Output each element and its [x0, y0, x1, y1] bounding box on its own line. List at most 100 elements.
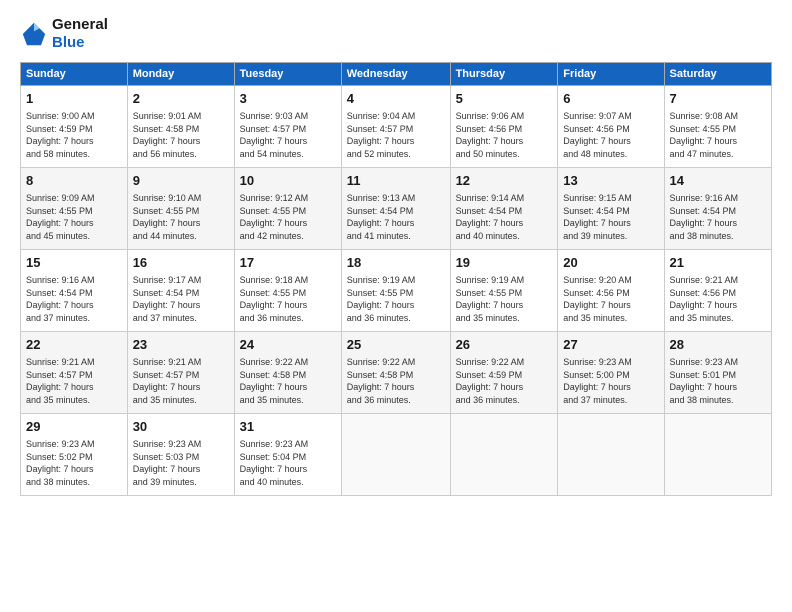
day-number: 31 — [240, 418, 336, 436]
col-header-wednesday: Wednesday — [341, 63, 450, 86]
day-number: 27 — [563, 336, 658, 354]
day-info: Sunrise: 9:19 AM Sunset: 4:55 PM Dayligh… — [347, 274, 445, 324]
header: General Blue — [20, 16, 772, 52]
day-number: 16 — [133, 254, 229, 272]
day-number: 14 — [670, 172, 767, 190]
day-number: 24 — [240, 336, 336, 354]
day-info: Sunrise: 9:13 AM Sunset: 4:54 PM Dayligh… — [347, 192, 445, 242]
day-info: Sunrise: 9:22 AM Sunset: 4:58 PM Dayligh… — [240, 356, 336, 406]
calendar-cell: 17 Sunrise: 9:18 AM Sunset: 4:55 PM Dayli… — [234, 250, 341, 332]
calendar-cell: 26 Sunrise: 9:22 AM Sunset: 4:59 PM Dayli… — [450, 332, 558, 414]
calendar-cell: 9 Sunrise: 9:10 AM Sunset: 4:55 PM Daylig… — [127, 168, 234, 250]
calendar-week-row: 22 Sunrise: 9:21 AM Sunset: 4:57 PM Dayli… — [21, 332, 772, 414]
calendar-cell: 5 Sunrise: 9:06 AM Sunset: 4:56 PM Daylig… — [450, 86, 558, 168]
calendar-cell — [450, 414, 558, 496]
col-header-saturday: Saturday — [664, 63, 772, 86]
col-header-thursday: Thursday — [450, 63, 558, 86]
day-info: Sunrise: 9:07 AM Sunset: 4:56 PM Dayligh… — [563, 110, 658, 160]
calendar-cell: 25 Sunrise: 9:22 AM Sunset: 4:58 PM Dayli… — [341, 332, 450, 414]
day-number: 20 — [563, 254, 658, 272]
page-container: General Blue SundayMondayTuesdayWednesda… — [0, 0, 792, 506]
calendar-cell: 2 Sunrise: 9:01 AM Sunset: 4:58 PM Daylig… — [127, 86, 234, 168]
calendar-cell — [341, 414, 450, 496]
calendar-cell: 13 Sunrise: 9:15 AM Sunset: 4:54 PM Dayli… — [558, 168, 664, 250]
calendar-header-row: SundayMondayTuesdayWednesdayThursdayFrid… — [21, 63, 772, 86]
day-number: 19 — [456, 254, 553, 272]
day-info: Sunrise: 9:23 AM Sunset: 5:01 PM Dayligh… — [670, 356, 767, 406]
day-number: 25 — [347, 336, 445, 354]
day-number: 9 — [133, 172, 229, 190]
day-info: Sunrise: 9:17 AM Sunset: 4:54 PM Dayligh… — [133, 274, 229, 324]
calendar-cell — [558, 414, 664, 496]
calendar-cell: 11 Sunrise: 9:13 AM Sunset: 4:54 PM Dayli… — [341, 168, 450, 250]
calendar-cell: 8Sunrise: 9:09 AM Sunset: 4:55 PM Daylig… — [21, 168, 128, 250]
calendar-cell: 23 Sunrise: 9:21 AM Sunset: 4:57 PM Dayli… — [127, 332, 234, 414]
day-info: Sunrise: 9:12 AM Sunset: 4:55 PM Dayligh… — [240, 192, 336, 242]
calendar-cell: 4 Sunrise: 9:04 AM Sunset: 4:57 PM Daylig… — [341, 86, 450, 168]
day-number: 10 — [240, 172, 336, 190]
day-number: 2 — [133, 90, 229, 108]
calendar-cell: 3Sunrise: 9:03 AM Sunset: 4:57 PM Daylig… — [234, 86, 341, 168]
day-info: Sunrise: 9:23 AM Sunset: 5:00 PM Dayligh… — [563, 356, 658, 406]
calendar-week-row: 1 Sunrise: 9:00 AM Sunset: 4:59 PM Daylig… — [21, 86, 772, 168]
day-number: 15 — [26, 254, 122, 272]
calendar-cell: 7Sunrise: 9:08 AM Sunset: 4:55 PM Daylig… — [664, 86, 772, 168]
day-info: Sunrise: 9:20 AM Sunset: 4:56 PM Dayligh… — [563, 274, 658, 324]
calendar-week-row: 29 Sunrise: 9:23 AM Sunset: 5:02 PM Dayli… — [21, 414, 772, 496]
day-number: 23 — [133, 336, 229, 354]
calendar-cell: 15 Sunrise: 9:16 AM Sunset: 4:54 PM Dayli… — [21, 250, 128, 332]
day-info: Sunrise: 9:23 AM Sunset: 5:02 PM Dayligh… — [26, 438, 122, 488]
day-info: Sunrise: 9:21 AM Sunset: 4:57 PM Dayligh… — [26, 356, 122, 406]
day-number: 5 — [456, 90, 553, 108]
day-number: 29 — [26, 418, 122, 436]
day-info: Sunrise: 9:16 AM Sunset: 4:54 PM Dayligh… — [670, 192, 767, 242]
day-number: 11 — [347, 172, 445, 190]
day-info: Sunrise: 9:18 AM Sunset: 4:55 PM Dayligh… — [240, 274, 336, 324]
calendar-cell: 30 Sunrise: 9:23 AM Sunset: 5:03 PM Dayli… — [127, 414, 234, 496]
calendar-cell: 24 Sunrise: 9:22 AM Sunset: 4:58 PM Dayli… — [234, 332, 341, 414]
day-info: Sunrise: 9:06 AM Sunset: 4:56 PM Dayligh… — [456, 110, 553, 160]
day-info: Sunrise: 9:22 AM Sunset: 4:59 PM Dayligh… — [456, 356, 553, 406]
calendar-cell: 28 Sunrise: 9:23 AM Sunset: 5:01 PM Dayli… — [664, 332, 772, 414]
day-info: Sunrise: 9:09 AM Sunset: 4:55 PM Dayligh… — [26, 192, 122, 242]
day-info: Sunrise: 9:00 AM Sunset: 4:59 PM Dayligh… — [26, 110, 122, 160]
day-info: Sunrise: 9:22 AM Sunset: 4:58 PM Dayligh… — [347, 356, 445, 406]
day-info: Sunrise: 9:10 AM Sunset: 4:55 PM Dayligh… — [133, 192, 229, 242]
logo-icon — [20, 20, 48, 48]
calendar-cell: 14 Sunrise: 9:16 AM Sunset: 4:54 PM Dayli… — [664, 168, 772, 250]
day-number: 6 — [563, 90, 658, 108]
calendar-cell: 1 Sunrise: 9:00 AM Sunset: 4:59 PM Daylig… — [21, 86, 128, 168]
day-info: Sunrise: 9:04 AM Sunset: 4:57 PM Dayligh… — [347, 110, 445, 160]
day-number: 1 — [26, 90, 122, 108]
day-number: 13 — [563, 172, 658, 190]
day-number: 12 — [456, 172, 553, 190]
day-number: 30 — [133, 418, 229, 436]
calendar-cell: 12 Sunrise: 9:14 AM Sunset: 4:54 PM Dayli… — [450, 168, 558, 250]
day-info: Sunrise: 9:15 AM Sunset: 4:54 PM Dayligh… — [563, 192, 658, 242]
calendar-cell: 19 Sunrise: 9:19 AM Sunset: 4:55 PM Dayli… — [450, 250, 558, 332]
col-header-sunday: Sunday — [21, 63, 128, 86]
day-number: 22 — [26, 336, 122, 354]
calendar-cell: 6 Sunrise: 9:07 AM Sunset: 4:56 PM Daylig… — [558, 86, 664, 168]
col-header-friday: Friday — [558, 63, 664, 86]
calendar-cell: 21 Sunrise: 9:21 AM Sunset: 4:56 PM Dayli… — [664, 250, 772, 332]
calendar-cell: 27 Sunrise: 9:23 AM Sunset: 5:00 PM Dayli… — [558, 332, 664, 414]
day-info: Sunrise: 9:19 AM Sunset: 4:55 PM Dayligh… — [456, 274, 553, 324]
day-number: 21 — [670, 254, 767, 272]
day-number: 4 — [347, 90, 445, 108]
day-info: Sunrise: 9:16 AM Sunset: 4:54 PM Dayligh… — [26, 274, 122, 324]
day-info: Sunrise: 9:01 AM Sunset: 4:58 PM Dayligh… — [133, 110, 229, 160]
calendar-cell — [664, 414, 772, 496]
day-number: 28 — [670, 336, 767, 354]
day-number: 17 — [240, 254, 336, 272]
calendar-cell: 16 Sunrise: 9:17 AM Sunset: 4:54 PM Dayli… — [127, 250, 234, 332]
day-info: Sunrise: 9:23 AM Sunset: 5:03 PM Dayligh… — [133, 438, 229, 488]
day-info: Sunrise: 9:21 AM Sunset: 4:56 PM Dayligh… — [670, 274, 767, 324]
calendar-table: SundayMondayTuesdayWednesdayThursdayFrid… — [20, 62, 772, 496]
day-info: Sunrise: 9:21 AM Sunset: 4:57 PM Dayligh… — [133, 356, 229, 406]
day-info: Sunrise: 9:23 AM Sunset: 5:04 PM Dayligh… — [240, 438, 336, 488]
day-number: 26 — [456, 336, 553, 354]
day-info: Sunrise: 9:14 AM Sunset: 4:54 PM Dayligh… — [456, 192, 553, 242]
day-number: 3 — [240, 90, 336, 108]
logo: General Blue — [20, 16, 108, 52]
